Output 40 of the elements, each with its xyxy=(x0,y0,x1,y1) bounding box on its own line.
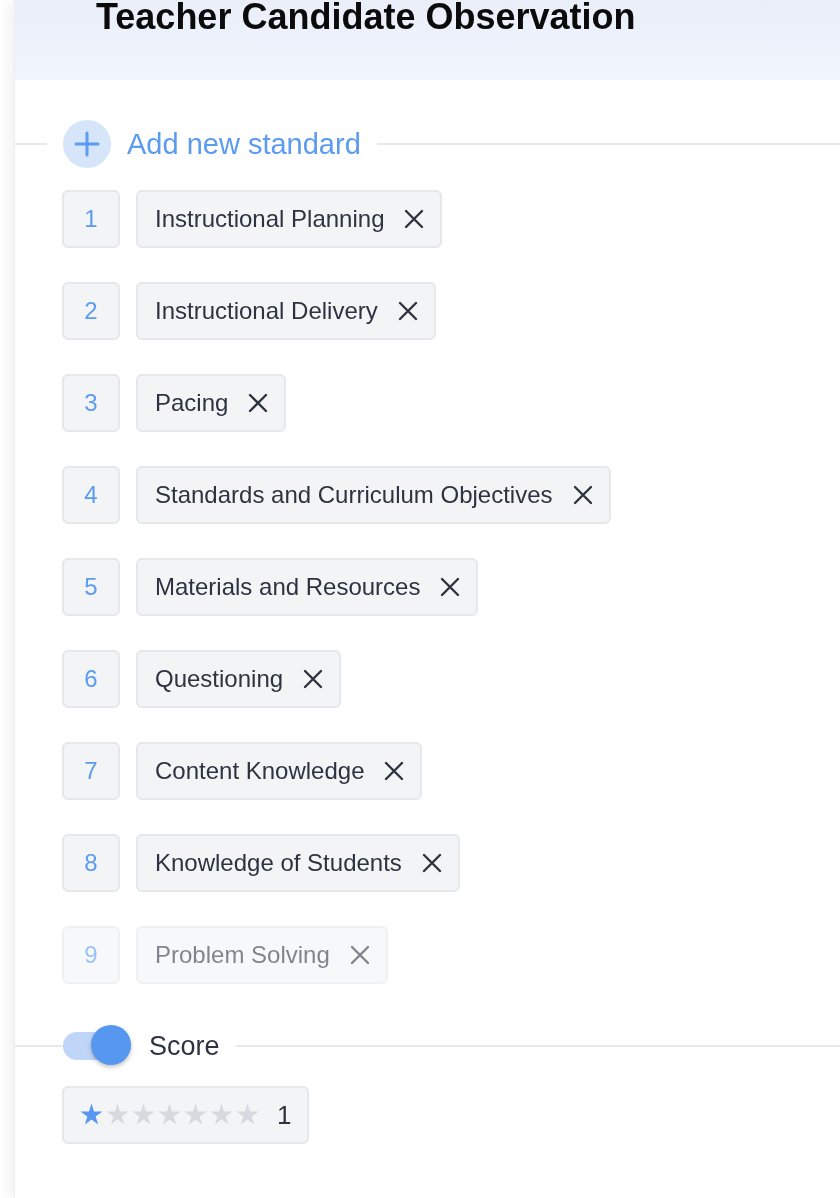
standard-name: Standards and Curriculum Objectives xyxy=(155,481,553,509)
standard-number: 2 xyxy=(62,282,120,340)
close-icon xyxy=(303,669,324,689)
close-icon xyxy=(349,945,370,965)
remove-button[interactable] xyxy=(421,853,442,873)
standard-number: 9 xyxy=(62,926,120,984)
standard-number: 1 xyxy=(62,190,120,248)
score-label: Score xyxy=(149,1030,220,1062)
standard-number: 8 xyxy=(62,834,120,892)
standard-name: Pacing xyxy=(155,389,229,417)
close-icon xyxy=(404,209,425,229)
standard-number: 3 xyxy=(62,374,120,432)
page-title: Teacher Candidate Observation xyxy=(95,0,637,35)
close-icon xyxy=(248,393,269,413)
remove-button[interactable] xyxy=(384,761,405,781)
close-icon xyxy=(421,853,442,873)
standard-number: 5 xyxy=(62,558,120,616)
remove-button[interactable] xyxy=(572,485,593,505)
standard-name: Instructional Delivery xyxy=(155,297,378,325)
standard-number: 6 xyxy=(62,650,120,708)
remove-button[interactable] xyxy=(404,209,425,229)
standard-name: Materials and Resources xyxy=(155,573,421,601)
standard-number: 7 xyxy=(62,742,120,800)
remove-button[interactable] xyxy=(303,669,324,689)
close-icon xyxy=(384,761,405,781)
standard-name: Problem Solving xyxy=(155,941,330,969)
standard-name: Instructional Planning xyxy=(155,205,385,233)
standard-name: Knowledge of Students xyxy=(155,849,402,877)
close-icon xyxy=(572,485,593,505)
standard-number: 4 xyxy=(62,466,120,524)
standard-name: Content Knowledge xyxy=(155,757,365,785)
standard-name: Questioning xyxy=(155,665,284,693)
remove-button[interactable] xyxy=(248,393,269,413)
close-icon xyxy=(397,301,418,321)
plus-icon xyxy=(63,120,111,168)
remove-button[interactable] xyxy=(397,301,418,321)
close-icon xyxy=(440,577,461,597)
score-value: 1 xyxy=(277,1099,292,1131)
remove-button[interactable] xyxy=(440,577,461,597)
star-rating[interactable]: 1 xyxy=(62,1086,310,1144)
